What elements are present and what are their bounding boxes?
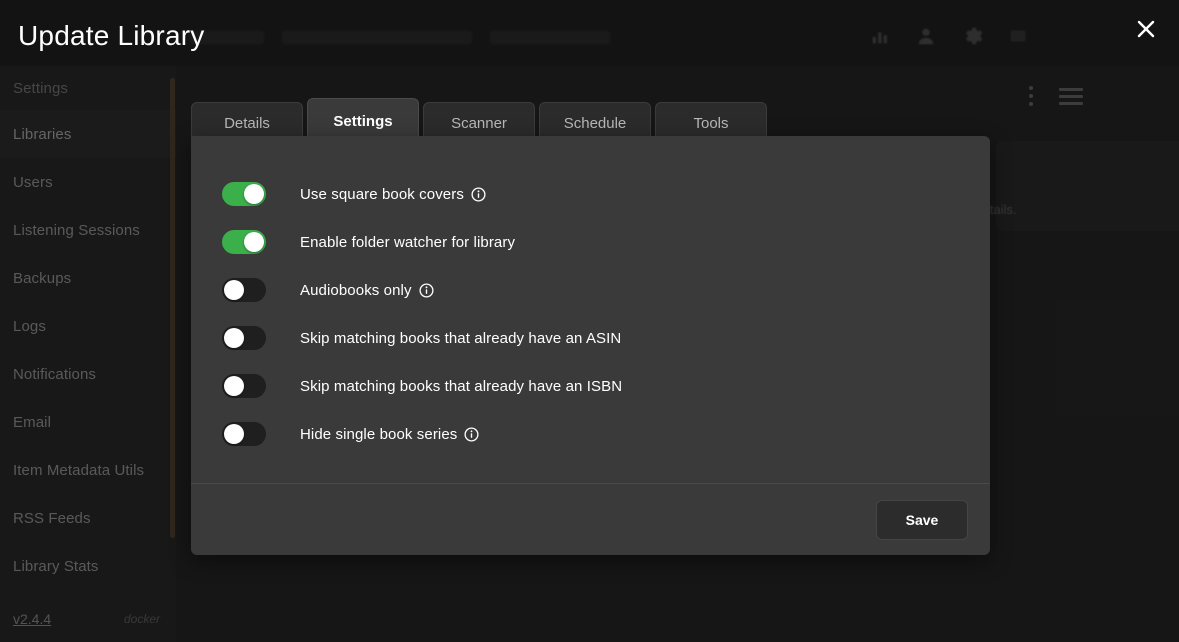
setting-label: Skip matching books that already have an…: [300, 378, 622, 395]
settings-list: Use square book covers Enable folder wat…: [191, 136, 990, 483]
tab-label: Schedule: [563, 115, 627, 132]
setting-label-text: Use square book covers: [300, 185, 464, 203]
setting-row-square-covers: Use square book covers: [222, 170, 990, 218]
setting-label-text: Audiobooks only: [300, 281, 412, 299]
setting-label-text: Skip matching books that already have an…: [300, 329, 622, 347]
tab-label: Details: [224, 115, 270, 132]
toggle-knob: [224, 328, 244, 348]
setting-row-skip-isbn: Skip matching books that already have an…: [222, 362, 990, 410]
toggle-audiobooks-only[interactable]: [222, 278, 266, 302]
panel-footer: Save: [191, 483, 990, 555]
toggle-enable-folder-watcher[interactable]: [222, 230, 266, 254]
modal-title: Update Library: [18, 20, 205, 51]
toggle-skip-books-with-isbn[interactable]: [222, 374, 266, 398]
toggle-hide-single-book-series[interactable]: [222, 422, 266, 446]
toggle-knob: [224, 376, 244, 396]
toggle-skip-books-with-asin[interactable]: [222, 326, 266, 350]
toggle-knob: [244, 232, 264, 252]
toggle-knob: [224, 280, 244, 300]
close-button[interactable]: [1129, 12, 1163, 46]
tab-label: Scanner: [451, 115, 507, 132]
setting-row-hide-single-book-series: Hide single book series: [222, 410, 990, 458]
close-icon: [1137, 20, 1155, 38]
setting-label-text: Enable folder watcher for library: [300, 233, 516, 251]
setting-row-folder-watcher: Enable folder watcher for library: [222, 218, 990, 266]
tab-label: Settings: [333, 113, 393, 130]
setting-label: Skip matching books that already have an…: [300, 330, 621, 347]
toggle-knob: [224, 424, 244, 444]
setting-label: Use square book covers: [300, 186, 486, 203]
save-button[interactable]: Save: [876, 499, 968, 540]
info-icon[interactable]: [471, 186, 486, 202]
setting-label: Enable folder watcher for library: [300, 234, 515, 251]
setting-label-text: Hide single book series: [300, 425, 458, 443]
setting-label: Audiobooks only: [300, 282, 434, 299]
info-icon[interactable]: [419, 282, 434, 298]
app-root: Settings Libraries Users Listening Sessi…: [0, 0, 1179, 642]
setting-row-audiobooks-only: Audiobooks only: [222, 266, 990, 314]
tab-label: Tools: [693, 115, 729, 132]
toggle-use-square-book-covers[interactable]: [222, 182, 266, 206]
toggle-knob: [244, 184, 264, 204]
setting-label: Hide single book series: [300, 426, 479, 443]
setting-row-skip-asin: Skip matching books that already have an…: [222, 314, 990, 362]
settings-panel: Use square book covers Enable folder wat…: [191, 136, 990, 555]
info-icon[interactable]: [464, 426, 479, 442]
setting-label-text: Skip matching books that already have an…: [300, 377, 623, 395]
